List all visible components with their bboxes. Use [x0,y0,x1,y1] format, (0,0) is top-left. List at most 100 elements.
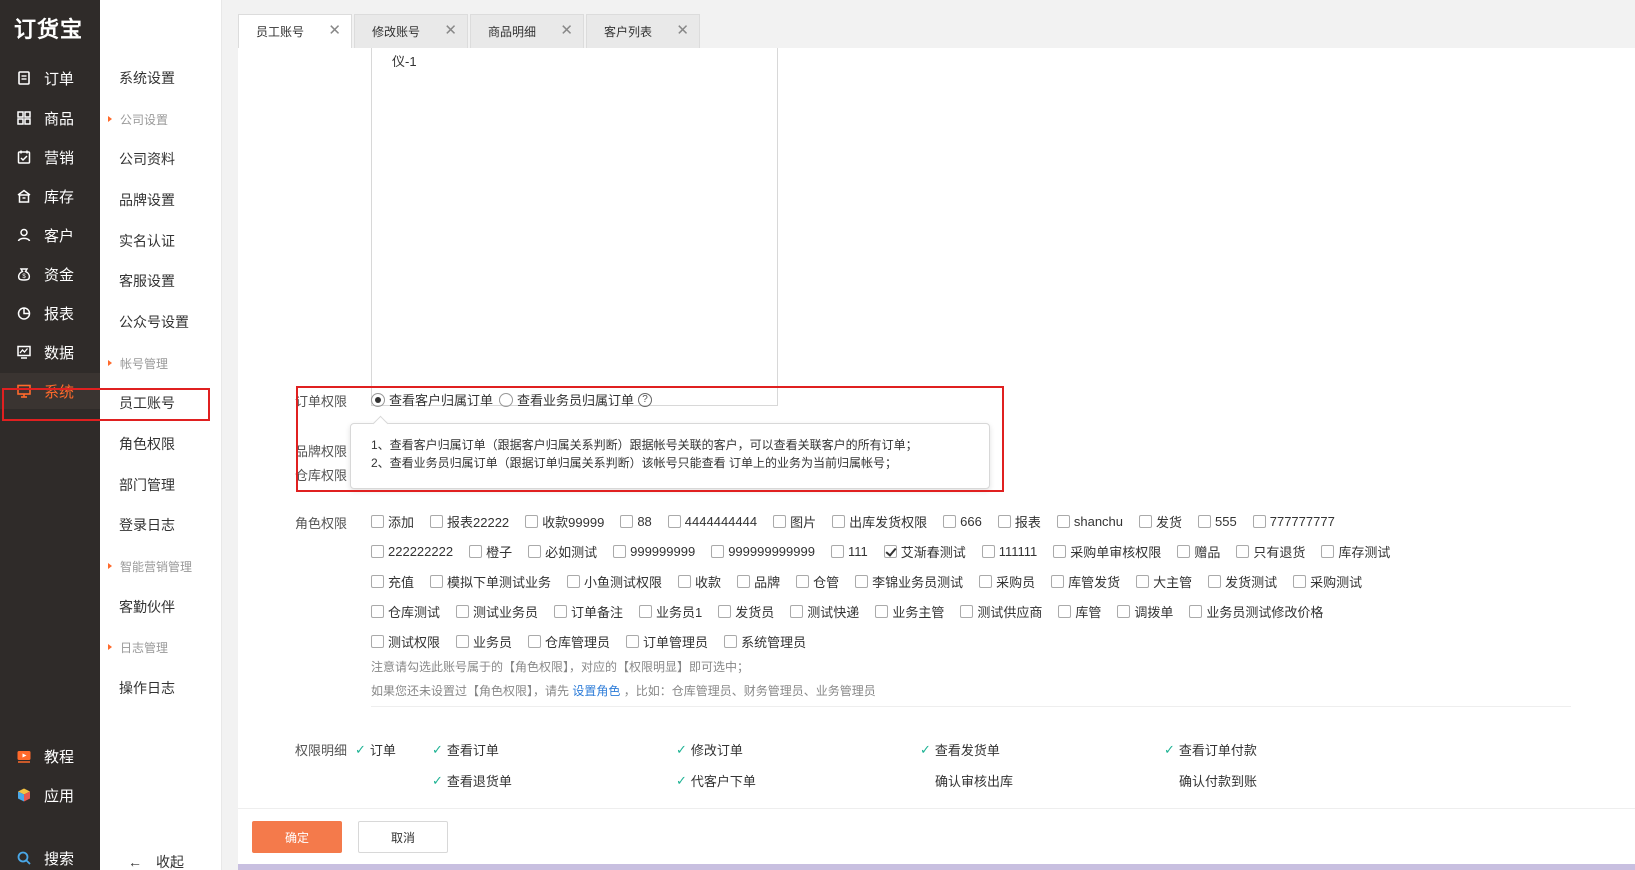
confirm-button[interactable]: 确定 [252,821,342,853]
submenu-item-login-log[interactable]: 登录日志 [100,508,222,542]
nav-item-system[interactable]: 系统 [0,373,100,409]
role-checkbox[interactable]: 111111 [981,544,1037,559]
role-checkbox[interactable]: 报表22222 [430,512,509,531]
role-checkbox[interactable]: 仓管 [796,572,839,591]
role-checkbox[interactable]: 库管发货 [1051,572,1120,591]
setup-role-link[interactable]: 设置角色 [572,684,620,698]
role-checkbox[interactable]: 李锦业务员测试 [855,572,963,591]
close-icon[interactable]: ✕ [328,23,341,38]
role-checkbox[interactable]: 订单管理员 [626,632,708,651]
role-checkbox[interactable]: 111 [830,544,868,559]
role-checkbox[interactable]: 订单备注 [554,602,623,621]
role-checkbox[interactable]: 测试权限 [371,632,440,651]
nav-item-data[interactable]: 数据 [0,334,100,370]
tab-edit-account[interactable]: 修改账号 ✕ [354,14,468,48]
checkbox-box [620,514,634,528]
role-checkbox[interactable]: 555 [1198,514,1237,529]
role-checkbox[interactable]: 测试快递 [790,602,859,621]
role-checkbox[interactable]: 品牌 [737,572,780,591]
role-checkbox[interactable]: 图片 [773,512,816,531]
nav-item-marketing[interactable]: 营销 [0,139,100,175]
nav-item-report[interactable]: 报表 [0,295,100,331]
role-checkbox[interactable]: 模拟下单测试业务 [430,572,551,591]
role-checkbox[interactable]: 发货 [1139,512,1182,531]
role-checkbox[interactable]: 库存测试 [1321,542,1390,561]
checkbox-label: 测试业务员 [473,604,539,620]
remark-textarea[interactable]: 仪-1 [371,48,778,406]
radio-salesman-orders[interactable]: 查看业务员归属订单 [499,390,634,409]
nav-item-warehouse[interactable]: 库存 [0,178,100,214]
role-checkbox[interactable]: 88 [620,514,652,529]
role-checkbox[interactable]: 系统管理员 [724,632,806,651]
role-checkbox[interactable]: 业务主管 [875,602,944,621]
role-checkbox[interactable]: 222222222 [371,544,453,559]
close-icon[interactable]: ✕ [676,23,689,38]
role-checkbox[interactable]: 收款99999 [525,512,604,531]
role-checkbox[interactable]: 必如测试 [528,542,597,561]
role-checkbox[interactable]: 赠品 [1177,542,1220,561]
role-checkbox[interactable]: 业务员测试修改价格 [1189,602,1323,621]
submenu-item-company-info[interactable]: 公司资料 [100,142,222,176]
order-perm-label: 订单权限 [295,394,348,409]
nav-item-funds[interactable]: $ 资金 [0,256,100,292]
nav-item-search[interactable]: 搜索 [0,840,100,870]
role-checkbox[interactable]: 报表 [997,512,1041,531]
submenu-item-official-account[interactable]: 公众号设置 [100,305,222,339]
role-checkbox[interactable]: 调拨单 [1117,602,1173,621]
submenu-item-department[interactable]: 部门管理 [100,468,222,502]
role-checkbox[interactable]: 小鱼测试权限 [567,572,662,591]
role-checkbox[interactable]: 只有退货 [1236,542,1305,561]
role-checkbox[interactable]: 采购单审核权限 [1053,542,1161,561]
nav-item-apps[interactable]: 应用 [0,777,100,813]
checkbox-box [979,574,993,588]
role-checkbox[interactable]: 999999999 [613,544,695,559]
role-checkbox[interactable]: 业务员1 [639,602,702,621]
role-checkbox[interactable]: 999999999999 [711,544,815,559]
role-checkbox[interactable]: 收款 [678,572,721,591]
submenu-item-operation-log[interactable]: 操作日志 [100,671,222,705]
role-checkbox[interactable]: 采购员 [979,572,1035,591]
role-checkbox[interactable]: 仓库管理员 [528,632,610,651]
submenu-item-role-permission[interactable]: 角色权限 [100,427,222,461]
nav-item-goods[interactable]: 商品 [0,100,100,136]
radio-customer-orders[interactable]: 查看客户归属订单 [371,390,493,409]
nav-item-customer[interactable]: 客户 [0,217,100,253]
nav-item-tutorial[interactable]: 教程 [0,738,100,774]
role-checkbox[interactable]: 充值 [371,572,414,591]
nav-item-order[interactable]: 订单 [0,60,100,96]
close-icon[interactable]: ✕ [560,23,573,38]
role-checkbox-group: 添加 报表22222 收款99999 88 4444444444 图片 出库发货权限 666 报… [371,506,1521,656]
submenu-item-customer-service[interactable]: 客服设置 [100,264,222,298]
role-checkbox[interactable]: 仓库测试 [371,602,440,621]
role-checkbox[interactable]: 业务员 [456,632,512,651]
role-checkbox[interactable]: shanchu [1056,514,1123,529]
role-note-1: 注意请勾选此账号属于的【角色权限】，对应的【权限明显】即可选中； [371,660,750,674]
submenu-item-real-name[interactable]: 实名认证 [100,224,222,258]
submenu-item-brand-settings[interactable]: 品牌设置 [100,183,222,217]
role-checkbox[interactable]: 添加 [371,512,414,531]
submenu-item-partner[interactable]: 客勤伙伴 [100,590,222,624]
role-checkbox[interactable]: 777777777 [1252,514,1335,529]
tab-customer-list[interactable]: 客户列表 ✕ [586,14,700,48]
role-checkbox[interactable]: 4444444444 [667,514,757,529]
role-checkbox[interactable]: 666 [943,514,982,529]
role-checkbox[interactable]: 测试业务员 [456,602,538,621]
role-checkbox[interactable]: 艾渐春测试 [883,542,966,561]
help-icon[interactable]: ? [638,392,653,407]
role-checkbox[interactable]: 采购测试 [1293,572,1362,591]
role-checkbox[interactable]: 发货测试 [1208,572,1277,591]
submenu-item-staff-account[interactable]: 员工账号 [100,386,222,420]
tab-goods-detail[interactable]: 商品明细 ✕ [470,14,584,48]
perm-label: 查看订单付款 [1178,743,1257,758]
submenu-item-system-settings[interactable]: 系统设置 [100,61,222,95]
role-checkbox[interactable]: 出库发货权限 [832,512,927,531]
close-icon[interactable]: ✕ [444,23,457,38]
cancel-button[interactable]: 取消 [358,821,448,853]
role-checkbox[interactable]: 测试供应商 [960,602,1042,621]
role-checkbox[interactable]: 橙子 [469,542,512,561]
collapse-button[interactable]: ← 收起 [128,852,184,870]
role-checkbox[interactable]: 发货员 [718,602,774,621]
role-checkbox[interactable]: 库管 [1058,602,1101,621]
role-checkbox[interactable]: 大主管 [1136,572,1192,591]
tab-staff-account[interactable]: 员工账号 ✕ [238,14,352,48]
